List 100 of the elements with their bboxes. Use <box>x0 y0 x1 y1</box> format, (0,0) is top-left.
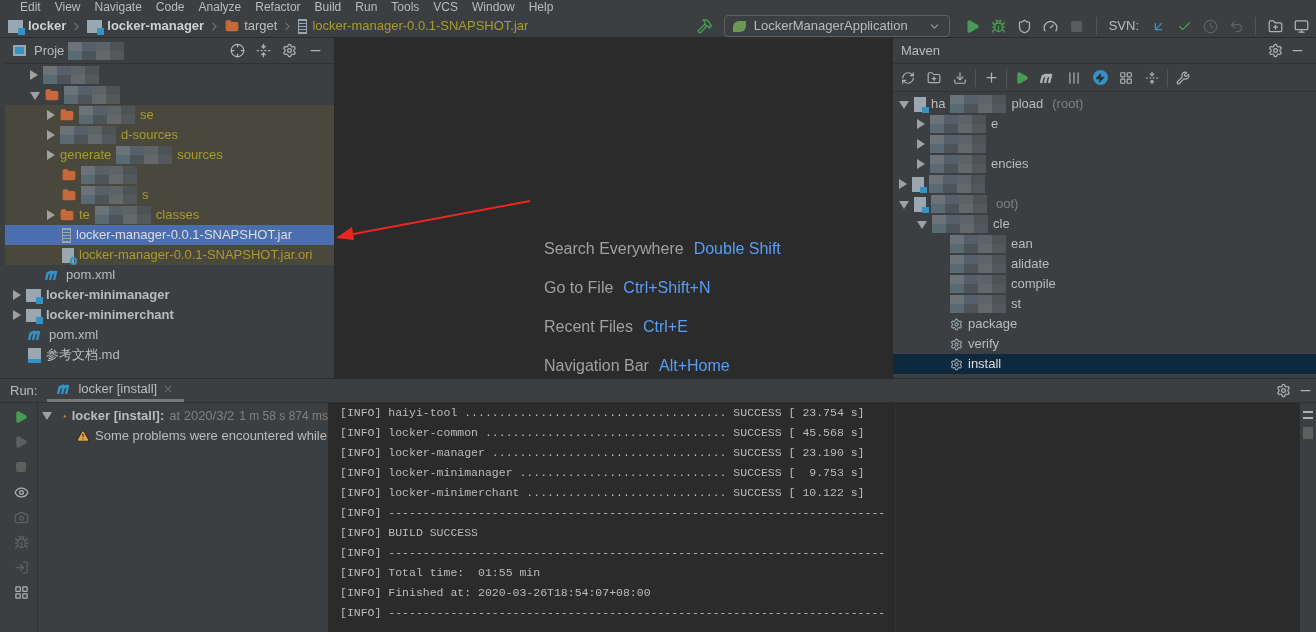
menu-item[interactable]: View <box>54 0 81 15</box>
menu-item[interactable]: Help <box>528 0 554 15</box>
tree-row[interactable]: verify <box>893 334 1316 354</box>
gear-icon <box>950 357 963 371</box>
tree-item-label: pom.xml <box>49 326 99 345</box>
pixelated-area <box>950 295 1006 313</box>
tree-item-label: encies <box>991 155 1029 174</box>
unknown-file-icon <box>62 247 74 263</box>
tree-row[interactable]: ean <box>893 234 1316 254</box>
pixelated-area <box>64 86 120 104</box>
tree-item-label: locker-manager-0.0.1-SNAPSHOT.jar.ori <box>79 246 313 265</box>
tree-row[interactable]: alidate <box>893 254 1316 274</box>
console-line: [INFO] locker-minimanager .............................. SUCCESS [ 9.753 s] <box>340 465 866 481</box>
tree-item-label: ha <box>931 95 946 114</box>
tree-row[interactable]: 参考文档.md <box>5 345 334 365</box>
menu-item[interactable]: Navigate <box>94 0 142 15</box>
tree-item-label: alidate <box>1011 255 1050 274</box>
menu-item[interactable]: Run <box>355 0 378 15</box>
menu-item[interactable]: Code <box>155 0 185 15</box>
archive-icon <box>298 18 308 34</box>
tree-row[interactable]: e <box>893 114 1316 134</box>
menu-item[interactable]: Edit <box>20 0 41 15</box>
run-label: Run: <box>9 381 39 400</box>
breadcrumb[interactable]: locker-manager <box>83 16 209 36</box>
module-folder-icon <box>87 19 103 33</box>
tree-item-label: ean <box>1011 235 1033 254</box>
folder-icon <box>225 19 240 33</box>
hint-shortcut: Ctrl+Shift+N <box>623 278 711 296</box>
tree-item-label: e <box>991 115 999 134</box>
tree-row[interactable]: locker-minimerchant <box>5 305 334 325</box>
tree-row[interactable]: install <box>893 354 1316 374</box>
run-tab[interactable]: locker [install] <box>47 379 185 402</box>
tree-row[interactable]: te classes <box>5 205 334 225</box>
console-line: [INFO] Finished at: 2020-03-26T18:54:07+08:00 <box>340 585 652 601</box>
soft-wrap-icon[interactable] <box>1303 411 1313 419</box>
console-line: [INFO] locker-manager .................................. SUCCESS [ 23.190 s] <box>340 445 866 461</box>
menu-item[interactable]: Refactor <box>255 0 301 15</box>
console-line: [INFO] ------------------------------------------------------------------------ <box>340 505 887 521</box>
run-configuration-dropdown[interactable]: LockerManagerApplication <box>723 15 950 37</box>
panel-title: Maven <box>901 41 941 60</box>
tree-row[interactable]: se <box>5 105 334 125</box>
pixelated-area <box>930 155 986 173</box>
module-folder-icon <box>26 288 41 302</box>
tree-row[interactable]: locker-minimanager <box>5 285 334 305</box>
project-window-icon <box>13 45 26 56</box>
tree-item-label: te <box>79 206 90 225</box>
hint-action: Go to File <box>544 278 614 296</box>
tree-row[interactable]: encies <box>893 154 1316 174</box>
pixelated-area <box>930 135 986 153</box>
pixelated-area <box>81 186 137 204</box>
tree-item-label: install <box>968 355 1002 374</box>
pixelated-area <box>43 66 99 84</box>
pixelated-area <box>929 175 985 193</box>
menu-item[interactable]: VCS <box>433 0 458 15</box>
tree-row[interactable]: pom.xml <box>5 265 334 285</box>
folder-icon <box>62 188 76 202</box>
tree-row[interactable]: ha pload (root) <box>893 94 1316 114</box>
tree-row[interactable]: d-sources <box>5 125 334 145</box>
pixelated-area <box>79 106 135 124</box>
menu-item[interactable]: Window <box>472 0 515 15</box>
tree-row[interactable]: cle <box>893 214 1316 234</box>
tree-row[interactable]: generate sources <box>5 145 334 165</box>
tree-item-label: d-sources <box>121 126 179 145</box>
breadcrumb[interactable]: locker-manager-0.0.1-SNAPSHOT.jar <box>294 16 533 36</box>
tree-row[interactable]: locker-manager-0.0.1-SNAPSHOT.jar <box>5 225 334 245</box>
tree-row[interactable]: locker-manager-0.0.1-SNAPSHOT.jar.ori <box>5 245 334 265</box>
build-start-time: at 2020/3/2 <box>169 407 235 426</box>
tree-row[interactable]: st <box>893 294 1316 314</box>
tree-item-label: package <box>968 315 1018 334</box>
tree-item-label: generate <box>60 146 112 165</box>
gear-icon <box>950 337 963 351</box>
menu-item[interactable]: Tools <box>391 0 420 15</box>
console-line: [INFO] locker-minimerchant ............................. SUCCESS [ 10.122 s] <box>340 485 866 501</box>
pixelated-area <box>932 215 988 233</box>
tree-item-label: 参考文档.md <box>46 346 120 365</box>
expanded-arrow-icon[interactable] <box>42 412 52 420</box>
maven-project-icon <box>914 96 926 112</box>
tree-item-label: pom.xml <box>66 266 116 285</box>
module-folder-icon <box>26 308 41 322</box>
hint-shortcut: Ctrl+E <box>642 317 688 335</box>
tree-item-label: se <box>140 106 154 125</box>
tree-row[interactable]: compile <box>893 274 1316 294</box>
hint-action: Search Everywhere <box>544 239 684 257</box>
pixelated-area <box>950 235 1006 253</box>
breadcrumb[interactable]: target <box>221 16 282 36</box>
pixelated-area <box>60 126 116 144</box>
tree-item-label: locker-manager-0.0.1-SNAPSHOT.jar <box>76 226 293 245</box>
tree-item-hint: (root) <box>1052 95 1084 114</box>
tree-row[interactable]: package <box>893 314 1316 334</box>
folder-icon <box>45 88 59 102</box>
build-duration: 1 m 58 s 874 ms <box>239 408 328 425</box>
menu-item[interactable]: Build <box>314 0 342 15</box>
tree-row[interactable]: s <box>5 185 334 205</box>
tree-item-label: compile <box>1011 275 1056 294</box>
pixelated-area <box>94 206 151 224</box>
breadcrumb[interactable]: locker <box>4 16 71 36</box>
markdown-file-icon <box>28 347 41 363</box>
tree-item-label: s <box>142 186 149 205</box>
tree-row[interactable]: pom.xml <box>5 325 334 345</box>
menu-item[interactable]: Analyze <box>198 0 242 15</box>
